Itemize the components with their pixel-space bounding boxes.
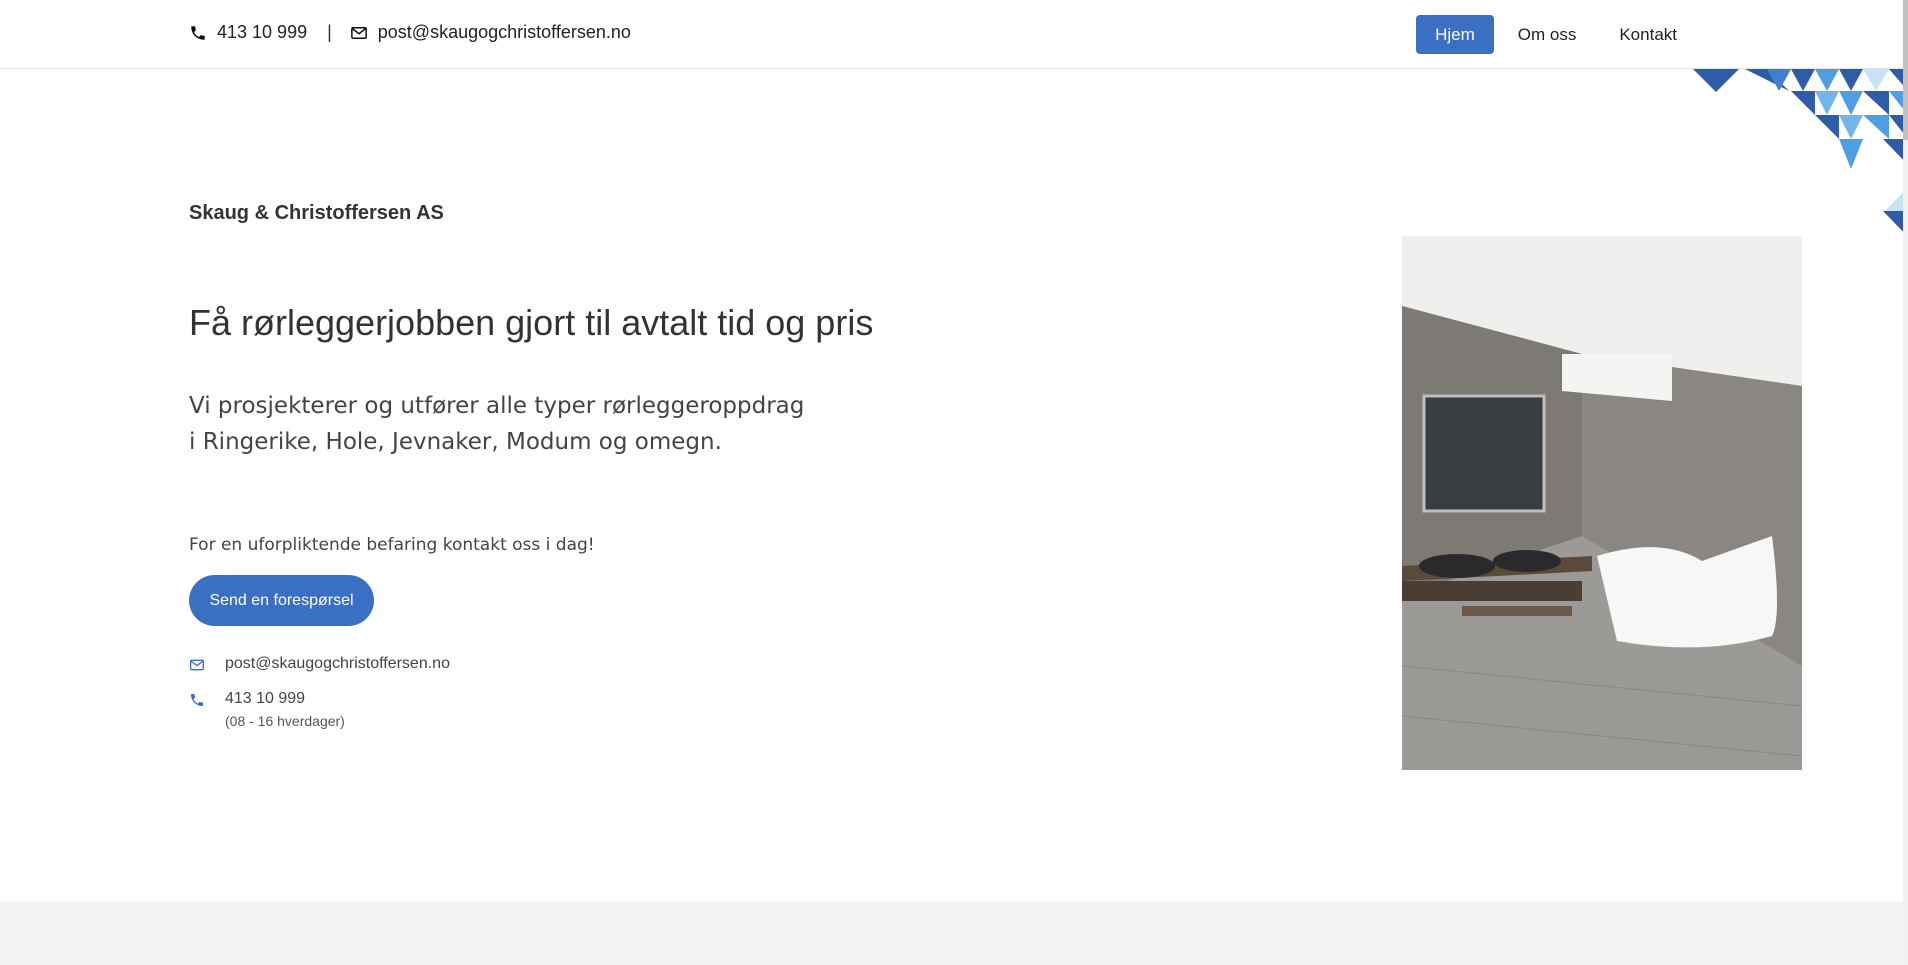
send-request-button[interactable]: Send en forespørsel <box>189 575 374 626</box>
page-scrollbar[interactable] <box>1903 0 1908 965</box>
main-nav: Hjem Om oss Kontakt <box>1411 15 1696 54</box>
contact-phone-link[interactable]: 413 10 999 <box>225 690 345 708</box>
cta-text: For en uforpliktende befaring kontakt os… <box>189 535 595 555</box>
header-email-link[interactable]: post@skaugogchristoffersen.no <box>378 22 631 43</box>
nav-item-hjem[interactable]: Hjem <box>1416 15 1494 54</box>
phone-icon <box>191 25 205 40</box>
top-bar: 413 10 999 | post@skaugogchristoffersen.… <box>0 0 1903 69</box>
envelope-icon <box>350 26 367 39</box>
phone-icon <box>191 694 203 706</box>
company-name: Skaug & Christoffersen AS <box>189 202 444 224</box>
header-phone-link[interactable]: 413 10 999 <box>217 22 307 43</box>
contact-phone-row: 413 10 999 (08 - 16 hverdager) <box>189 690 345 729</box>
opening-hours: (08 - 16 hverdager) <box>225 713 345 729</box>
lead-line-1: Vi prosjekterer og utfører alle typer rø… <box>189 393 805 419</box>
envelope-icon <box>190 659 204 671</box>
nav-item-kontakt[interactable]: Kontakt <box>1600 15 1696 54</box>
lead-line-2: i Ringerike, Hole, Jevnaker, Modum og om… <box>189 429 722 455</box>
header-contact-strip: 413 10 999 | post@skaugogchristoffersen.… <box>189 22 631 43</box>
contact-email-link[interactable]: post@skaugogchristoffersen.no <box>225 655 450 673</box>
footer-band <box>0 901 1903 965</box>
nav-item-om-oss[interactable]: Om oss <box>1499 15 1596 54</box>
scrollbar-thumb[interactable] <box>1903 0 1908 140</box>
contact-email-row: post@skaugogchristoffersen.no <box>189 655 450 673</box>
lead-text: Vi prosjekterer og utfører alle typer rø… <box>189 388 804 460</box>
decorative-triangles <box>1693 69 1908 237</box>
header-separator: | <box>327 22 332 42</box>
page-headline: Få rørleggerjobben gjort til avtalt tid … <box>189 302 874 343</box>
bathroom-photo <box>1402 236 1802 770</box>
